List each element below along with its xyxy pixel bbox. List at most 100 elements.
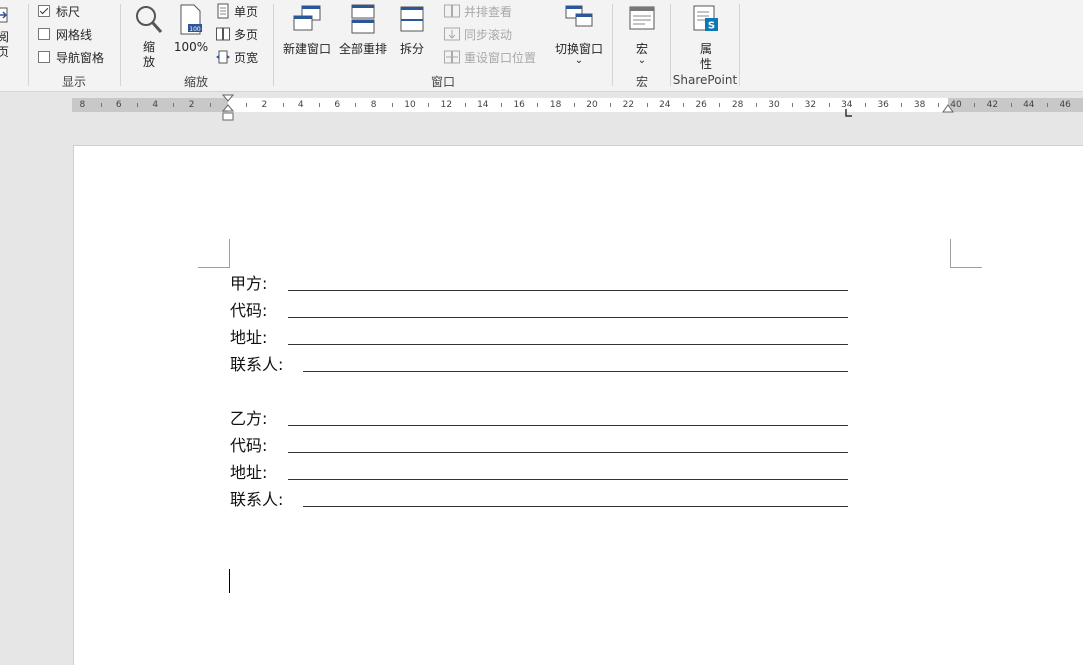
- view-side-by-side-button[interactable]: 并排查看: [444, 1, 512, 21]
- one-page-button[interactable]: 单页: [216, 1, 258, 21]
- ruler-number: 2: [261, 100, 268, 110]
- synchronous-scrolling-button[interactable]: 同步滚动: [444, 24, 512, 44]
- ruler-tick: [937, 103, 939, 107]
- ruler-tick: [792, 103, 794, 107]
- split-button[interactable]: 拆分: [394, 4, 430, 57]
- ruler-tick: [683, 103, 684, 107]
- ruler-number: 14: [477, 100, 489, 110]
- form-field-underline: [288, 290, 848, 291]
- ruler-number: 38: [913, 100, 926, 110]
- synchronous-scrolling-label: 同步滚动: [464, 27, 513, 42]
- group-separator: [739, 4, 740, 86]
- properties-label-2: 性: [699, 57, 712, 71]
- ruler-number: 42: [986, 100, 999, 110]
- gridlines-label: 网格线: [56, 27, 93, 42]
- zoom-label-2: 放: [142, 55, 155, 69]
- ruler-tick: [573, 103, 575, 107]
- ruler-tick: [755, 103, 757, 107]
- zoom-100-button[interactable]: 100 100%: [172, 4, 210, 55]
- ruler-tick: [209, 103, 211, 107]
- form-field-line[interactable]: 甲方:: [230, 272, 267, 294]
- ruler-number: 18: [549, 100, 562, 110]
- split-icon: [400, 6, 424, 32]
- form-field-line[interactable]: 联系人:: [230, 353, 283, 375]
- ruler-tick: [901, 103, 903, 107]
- form-field-line[interactable]: 代码:: [230, 299, 267, 321]
- form-field-label: 联系人:: [230, 355, 284, 374]
- show-group-label: 显示: [61, 75, 86, 89]
- ruler-tick: [537, 103, 539, 107]
- view-side-by-side-label: 并排查看: [464, 4, 513, 19]
- form-field-line[interactable]: 联系人:: [230, 488, 283, 510]
- ruler-tick: [100, 103, 102, 107]
- group-separator: [670, 4, 671, 86]
- form-field-line[interactable]: 乙方:: [230, 407, 267, 429]
- horizontal-ruler[interactable]: 8 6 4 2 2 4 6 8 10 12 14 16 18 20 22 24 26 28 30 32 34 36 38 40…: [0, 93, 1083, 122]
- svg-text:S: S: [708, 21, 715, 32]
- document-page[interactable]: 甲方: 代码: 地址: 联系人: 乙方: 代码: 地址: 联系人:: [73, 145, 1083, 665]
- zoom-label-1: 缩: [142, 40, 155, 54]
- ruler-tick: [1010, 103, 1012, 107]
- properties-button[interactable]: S 属 性: [686, 4, 726, 72]
- multiple-pages-label: 多页: [234, 27, 259, 42]
- form-field-underline: [288, 479, 848, 480]
- reset-window-position-label: 重设窗口位置: [464, 50, 537, 65]
- gridlines-checkbox[interactable]: 网格线: [38, 25, 92, 43]
- ruler-tick: [173, 103, 175, 107]
- ruler-tick: [865, 103, 866, 107]
- checkbox-icon: [38, 51, 50, 63]
- reading-mode-button[interactable]: 阅 页: [0, 6, 10, 60]
- switch-windows-button[interactable]: 切换窗口 ⌄: [550, 4, 608, 66]
- ruler-number: 46: [1059, 100, 1071, 110]
- tab-stop-icon[interactable]: [845, 109, 853, 117]
- ruler-number: 36: [877, 100, 889, 110]
- page-width-icon: [216, 50, 230, 64]
- ruler-number: 6: [115, 100, 122, 110]
- form-field-label: 代码:: [230, 436, 268, 455]
- text-cursor: [229, 569, 230, 593]
- navigation-pane-checkbox[interactable]: 导航窗格: [38, 48, 104, 66]
- ruler-tick: [610, 103, 612, 107]
- reading-mode-icon: [0, 7, 8, 23]
- first-line-indent-marker[interactable]: [222, 94, 234, 122]
- form-field-line[interactable]: 地址:: [230, 326, 267, 348]
- macros-button[interactable]: 宏 ⌄: [622, 4, 662, 66]
- reset-window-position-button[interactable]: 重设窗口位置: [444, 47, 536, 67]
- new-window-label: 新建窗口: [282, 42, 331, 56]
- sync-scroll-icon: [444, 27, 460, 41]
- form-field-label: 地址:: [230, 463, 268, 482]
- form-field-line[interactable]: 代码:: [230, 434, 267, 456]
- zoom-button[interactable]: 缩 放: [130, 4, 168, 70]
- ruler-tick: [319, 103, 320, 107]
- chevron-down-icon: ⌄: [637, 55, 647, 66]
- new-window-icon: [293, 5, 321, 31]
- macro-group-label: 宏: [635, 75, 648, 89]
- magnifier-icon: [136, 6, 163, 34]
- navigation-pane-label: 导航窗格: [56, 50, 105, 65]
- sharepoint-properties-icon: S: [693, 5, 718, 32]
- ruler-checkbox[interactable]: 标尺: [38, 2, 80, 20]
- form-field-label: 联系人:: [230, 490, 284, 509]
- form-field-underline: [288, 452, 848, 453]
- new-window-button[interactable]: 新建窗口: [280, 4, 334, 57]
- crop-mark-top-left: [198, 239, 230, 268]
- page-100-icon: 100: [180, 4, 202, 35]
- ruler-number: 20: [586, 100, 598, 110]
- form-field-underline: [303, 506, 848, 507]
- ruler-number: 8: [79, 100, 86, 110]
- sharepoint-group-label: SharePoint: [672, 73, 738, 87]
- form-field-label: 甲方:: [230, 274, 268, 293]
- multiple-pages-button[interactable]: 多页: [216, 24, 258, 44]
- side-by-side-icon: [444, 4, 460, 18]
- right-indent-marker[interactable]: [942, 104, 954, 114]
- form-field-line[interactable]: 地址:: [230, 461, 267, 483]
- ruler-tick: [646, 103, 648, 107]
- reading-mode-label-1: 阅: [0, 30, 9, 44]
- arrange-all-label: 全部重排: [338, 42, 387, 56]
- reading-mode-label-2: 页: [0, 45, 9, 59]
- arrange-all-icon: [351, 4, 375, 34]
- ruler-number: 10: [404, 100, 416, 110]
- arrange-all-button[interactable]: 全部重排: [336, 4, 390, 57]
- page-width-button[interactable]: 页宽: [216, 47, 258, 67]
- ruler-number: 26: [695, 100, 707, 110]
